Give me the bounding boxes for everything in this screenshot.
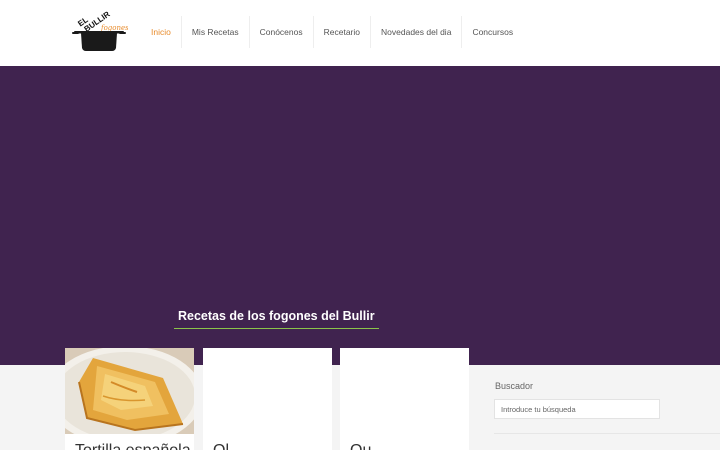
- nav-item-recetario[interactable]: Recetario: [314, 16, 372, 48]
- sidebar-divider: [494, 433, 720, 434]
- recipe-card[interactable]: Qu: [340, 348, 469, 450]
- svg-text:fogones: fogones: [100, 24, 128, 32]
- nav-item-conocenos[interactable]: Conócenos: [250, 16, 314, 48]
- hero-banner: Recetas de los fogones del Bullir: [0, 66, 720, 365]
- recipe-thumbnail[interactable]: [65, 348, 194, 434]
- recipe-title[interactable]: Tortilla española: [75, 442, 191, 450]
- site-logo[interactable]: EL BULLIR DE fogones: [72, 8, 129, 54]
- pot-logo-icon: EL BULLIR DE fogones: [72, 9, 129, 51]
- nav-item-mis-recetas[interactable]: Mis Recetas: [182, 16, 250, 48]
- recipe-title[interactable]: Ol: [213, 442, 229, 450]
- tortilla-image-icon: [65, 348, 194, 434]
- recipe-card[interactable]: Tortilla española: [65, 348, 194, 450]
- search-input[interactable]: [494, 399, 660, 419]
- main-nav: Inicio Mis Recetas Conócenos Recetario N…: [141, 16, 523, 48]
- recipe-card[interactable]: Ol: [203, 348, 332, 450]
- nav-item-novedades[interactable]: Novedades del dia: [371, 16, 463, 48]
- recipe-title[interactable]: Qu: [350, 442, 371, 450]
- section-title: Recetas de los fogones del Bullir: [174, 309, 379, 329]
- top-header: EL BULLIR DE fogones Inicio Mis Recetas …: [0, 0, 720, 66]
- recipe-thumbnail[interactable]: [203, 348, 332, 434]
- nav-item-inicio[interactable]: Inicio: [141, 16, 182, 48]
- nav-item-concursos[interactable]: Concursos: [462, 16, 523, 48]
- search-heading: Buscador: [495, 381, 534, 391]
- recipe-thumbnail[interactable]: [340, 348, 469, 434]
